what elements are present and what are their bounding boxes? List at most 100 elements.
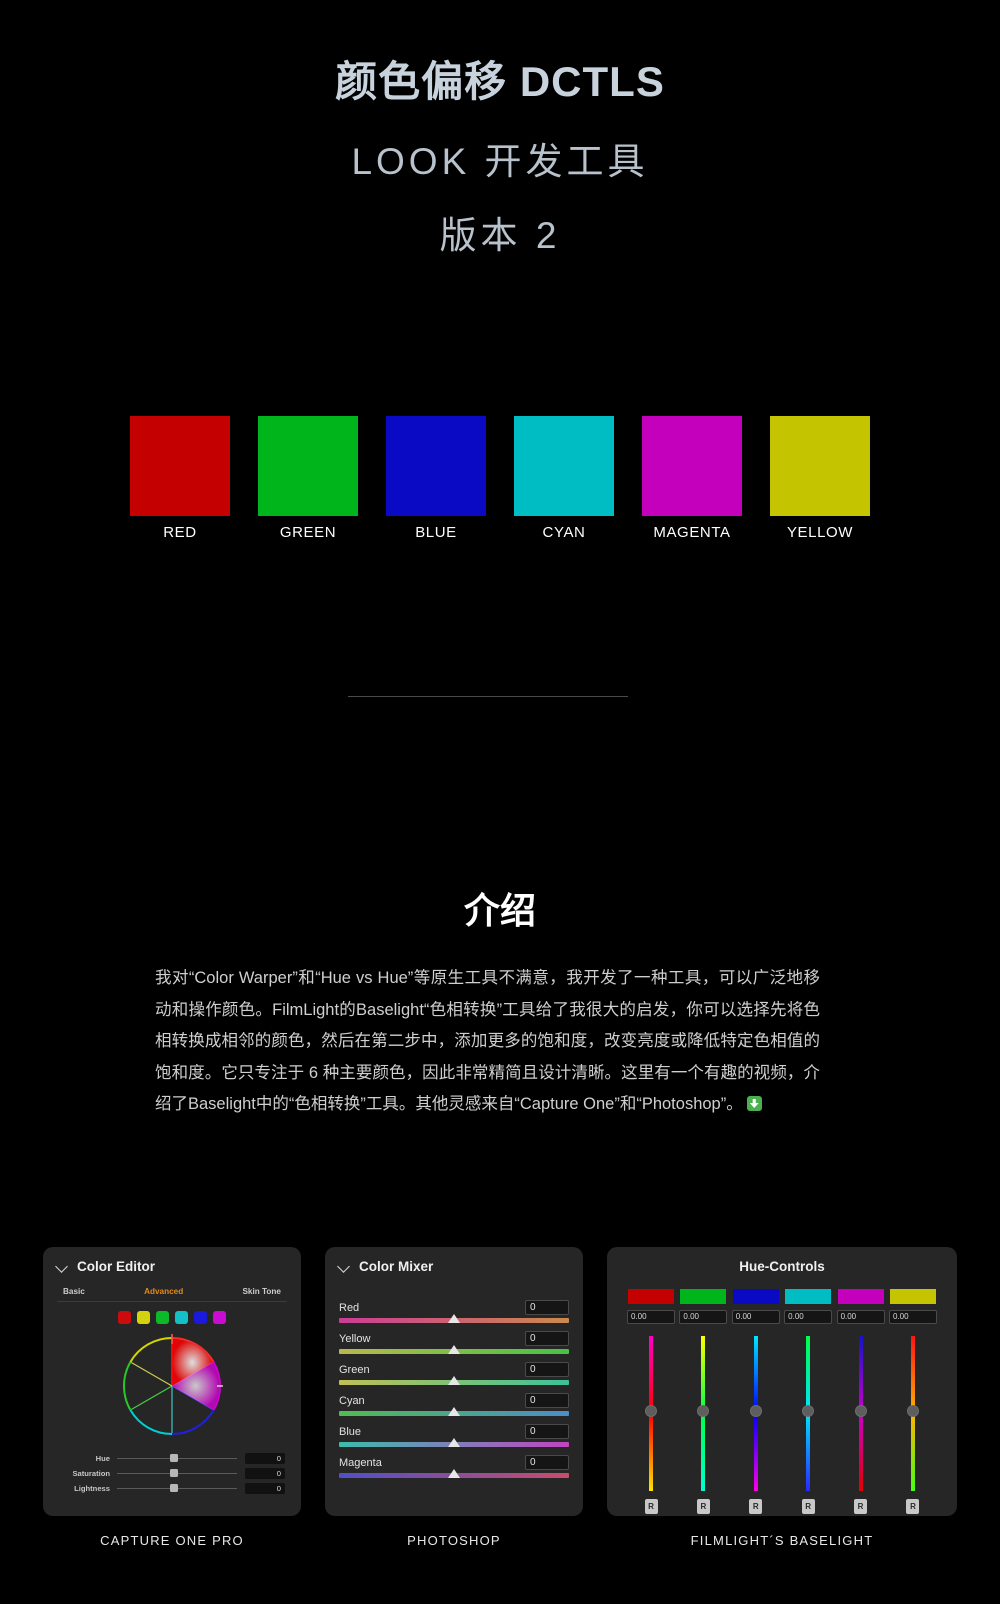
tab-basic[interactable]: Basic	[63, 1287, 85, 1296]
hue-control-column-5: 0.00 R	[888, 1289, 937, 1514]
hue-vertical-slider[interactable]	[749, 1336, 762, 1491]
color-editor-header[interactable]: Color Editor	[57, 1259, 287, 1274]
color-editor-chip-2[interactable]	[156, 1311, 169, 1324]
color-editor-chip-5[interactable]	[213, 1311, 226, 1324]
hue-vertical-slider[interactable]	[802, 1336, 815, 1491]
hue-color-bar[interactable]	[889, 1289, 936, 1304]
slider-knob[interactable]	[169, 1454, 178, 1463]
page-root: 颜色偏移 DCTLS LOOK 开发工具 版本 2 RED GREEN BLUE CY…	[0, 48, 1000, 1604]
slider-knob[interactable]	[169, 1469, 178, 1478]
mixer-slider-knob[interactable]	[448, 1469, 460, 1478]
color-mixer-title: Color Mixer	[359, 1259, 434, 1274]
hue-value-field[interactable]: 0.00	[836, 1310, 885, 1324]
hue-controls-columns: 0.00 R 0.00 R 0.00 R 0.00 R 0.00 R 0.00 R	[621, 1289, 943, 1514]
swatch-label: CYAN	[542, 524, 586, 541]
color-editor-chip-1[interactable]	[137, 1311, 150, 1324]
color-wheel[interactable]	[119, 1333, 225, 1439]
mixer-value-field[interactable]: 0	[525, 1455, 569, 1470]
swatch-chip-cyan	[514, 416, 614, 516]
hue-value-field[interactable]: 0.00	[888, 1310, 937, 1324]
hue-value-field[interactable]: 0.00	[731, 1310, 780, 1324]
mixer-value-field[interactable]: 0	[525, 1393, 569, 1408]
swatch-label: BLUE	[415, 524, 457, 541]
color-editor-chip-4[interactable]	[194, 1311, 207, 1324]
color-editor-chip-3[interactable]	[175, 1311, 188, 1324]
swatch-cell: MAGENTA	[642, 416, 742, 541]
hue-color-bar[interactable]	[628, 1289, 674, 1304]
slider-knob[interactable]	[169, 1484, 178, 1493]
swatch-label: MAGENTA	[653, 524, 731, 541]
hue-slider-knob[interactable]	[906, 1405, 919, 1417]
mixer-value-field[interactable]: 0	[525, 1424, 569, 1439]
mixer-slider-knob[interactable]	[448, 1345, 460, 1354]
mixer-slider-track[interactable]	[339, 1314, 569, 1323]
slider-row-lightness: Lightness 0	[59, 1481, 285, 1496]
mixer-row-red: Red 0	[339, 1300, 569, 1323]
slider-track[interactable]	[117, 1484, 237, 1493]
swatch-chip-red	[130, 416, 230, 516]
hue-slider-knob[interactable]	[645, 1405, 657, 1417]
mixer-slider-track[interactable]	[339, 1469, 569, 1478]
intro-heading: 介绍	[463, 890, 536, 931]
swatch-label: YELLOW	[786, 524, 854, 541]
mixer-slider-track[interactable]	[339, 1345, 569, 1354]
chevron-down-icon[interactable]	[57, 1261, 68, 1272]
hue-vertical-slider[interactable]	[854, 1336, 867, 1491]
mixer-slider-knob[interactable]	[448, 1438, 460, 1447]
slider-label: Hue	[95, 1454, 110, 1463]
mixer-row-green: Green 0	[339, 1362, 569, 1385]
hue-color-bar[interactable]	[785, 1289, 832, 1304]
hue-reset-button[interactable]: R	[644, 1499, 658, 1514]
hue-reset-button[interactable]: R	[749, 1499, 763, 1514]
hue-value-field[interactable]: 0.00	[679, 1310, 728, 1324]
mixer-slider-knob[interactable]	[448, 1407, 460, 1416]
hue-value-field[interactable]: 0.00	[627, 1310, 675, 1324]
panel-baselight-wrap: Hue-Controls 0.00 R 0.00 R 0.00 R 0.00 R 0.00 R 0.…	[607, 1247, 957, 1548]
mixer-slider-knob[interactable]	[448, 1314, 460, 1323]
slider-label: Saturation	[72, 1469, 110, 1478]
mixer-slider-knob[interactable]	[448, 1376, 460, 1385]
color-mixer-header[interactable]: Color Mixer	[339, 1259, 569, 1274]
slider-track[interactable]	[117, 1454, 237, 1463]
slider-track[interactable]	[117, 1469, 237, 1478]
hue-slider-knob[interactable]	[749, 1405, 762, 1417]
hue-control-column-4: 0.00 R	[836, 1289, 885, 1514]
mixer-value-field[interactable]: 0	[525, 1300, 569, 1315]
hue-reset-button[interactable]: R	[696, 1499, 710, 1514]
panel-caption-capture-one: CAPTURE ONE PRO	[100, 1533, 244, 1548]
hue-color-bar[interactable]	[837, 1289, 884, 1304]
mixer-value-field[interactable]: 0	[525, 1362, 569, 1377]
slider-value[interactable]: 0	[245, 1483, 285, 1494]
hue-slider-knob[interactable]	[697, 1405, 710, 1417]
color-editor-chip-0[interactable]	[118, 1311, 131, 1324]
hue-reset-button[interactable]: R	[906, 1499, 920, 1514]
hue-color-bar[interactable]	[732, 1289, 779, 1304]
hue-slider-knob[interactable]	[854, 1405, 867, 1417]
hue-reset-button[interactable]: R	[801, 1499, 815, 1514]
mixer-slider-track[interactable]	[339, 1407, 569, 1416]
hue-vertical-slider[interactable]	[906, 1336, 919, 1491]
slider-value[interactable]: 0	[245, 1453, 285, 1464]
hue-slider-knob[interactable]	[802, 1405, 815, 1417]
page-subtitle: LOOK 开发工具	[351, 141, 649, 182]
color-swatch-row: RED GREEN BLUE CYAN MAGENTA YELLOW	[0, 416, 1000, 541]
hue-vertical-slider[interactable]	[697, 1336, 710, 1491]
mixer-label: Green	[339, 1363, 370, 1376]
mixer-row-yellow: Yellow 0	[339, 1331, 569, 1354]
slider-label: Lightness	[74, 1484, 110, 1493]
mixer-row-top: Blue 0	[339, 1424, 569, 1439]
mixer-slider-track[interactable]	[339, 1376, 569, 1385]
tab-advanced[interactable]: Advanced	[144, 1287, 183, 1296]
mixer-value-field[interactable]: 0	[525, 1331, 569, 1346]
mixer-label: Red	[339, 1301, 360, 1314]
hue-vertical-slider[interactable]	[645, 1336, 657, 1491]
reference-panels: Color Editor Basic Advanced Skin Tone Hu…	[0, 1247, 1000, 1548]
hue-color-bar[interactable]	[680, 1289, 727, 1304]
tab-skin-tone[interactable]: Skin Tone	[242, 1287, 281, 1296]
mixer-slider-track[interactable]	[339, 1438, 569, 1447]
hue-reset-button[interactable]: R	[854, 1499, 868, 1514]
hue-value-field[interactable]: 0.00	[784, 1310, 833, 1324]
chevron-down-icon[interactable]	[339, 1261, 350, 1272]
slider-value[interactable]: 0	[245, 1468, 285, 1479]
swatch-cell: GREEN	[258, 416, 358, 541]
